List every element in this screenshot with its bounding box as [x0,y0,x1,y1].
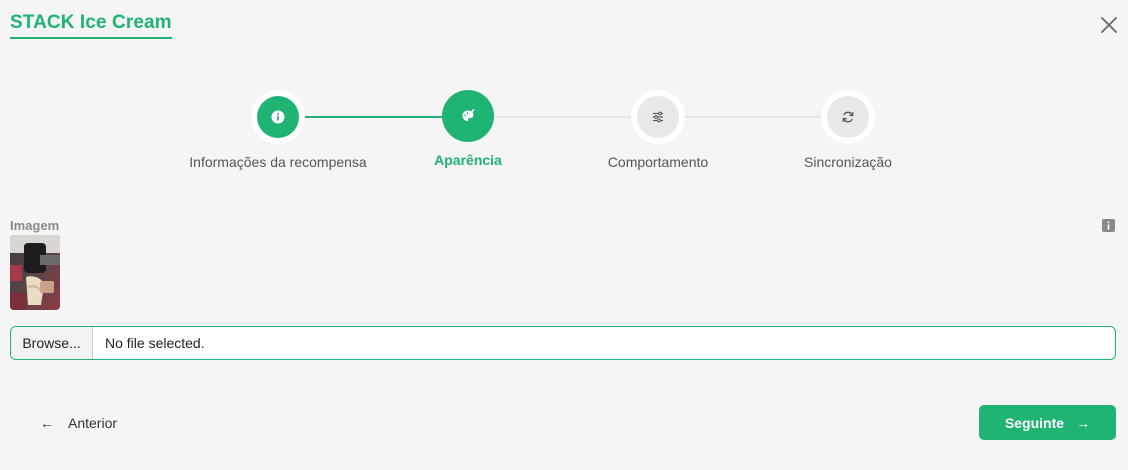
browse-button[interactable]: Browse... [11,327,93,359]
arrow-right-icon: → [1076,414,1091,431]
step-label: Aparência [434,152,502,168]
palette-icon [462,109,475,121]
image-field-label: Imagem [10,218,60,233]
step-behavior[interactable]: Comportamento [558,90,758,170]
step-reward-info[interactable]: Informações da recompensa [178,90,378,170]
file-status-text: No file selected. [105,335,205,351]
previous-button[interactable]: ← Anterior [30,408,127,438]
next-label: Seguinte [1004,414,1065,431]
page-title: STACK Ice Cream [10,12,172,39]
step-label: Comportamento [607,154,709,170]
step-label: Sincronização [804,154,892,170]
info-icon[interactable] [1102,219,1115,232]
info-icon [271,110,285,124]
arrow-left-icon: ← [40,415,54,431]
next-button[interactable]: Seguinte → [979,405,1116,440]
file-input[interactable]: Browse... No file selected. [10,326,1116,360]
stepper: Informações da recompensa Aparência Comp… [0,90,1128,180]
sliders-icon [653,111,663,123]
step-appearance[interactable]: Aparência [368,90,568,168]
step-label: Informações da recompensa [189,154,367,170]
step-sync[interactable]: Sincronização [748,90,948,170]
previous-label: Anterior [68,415,118,431]
image-thumbnail [10,235,60,310]
sync-icon [842,111,854,123]
close-icon[interactable] [1098,14,1120,36]
